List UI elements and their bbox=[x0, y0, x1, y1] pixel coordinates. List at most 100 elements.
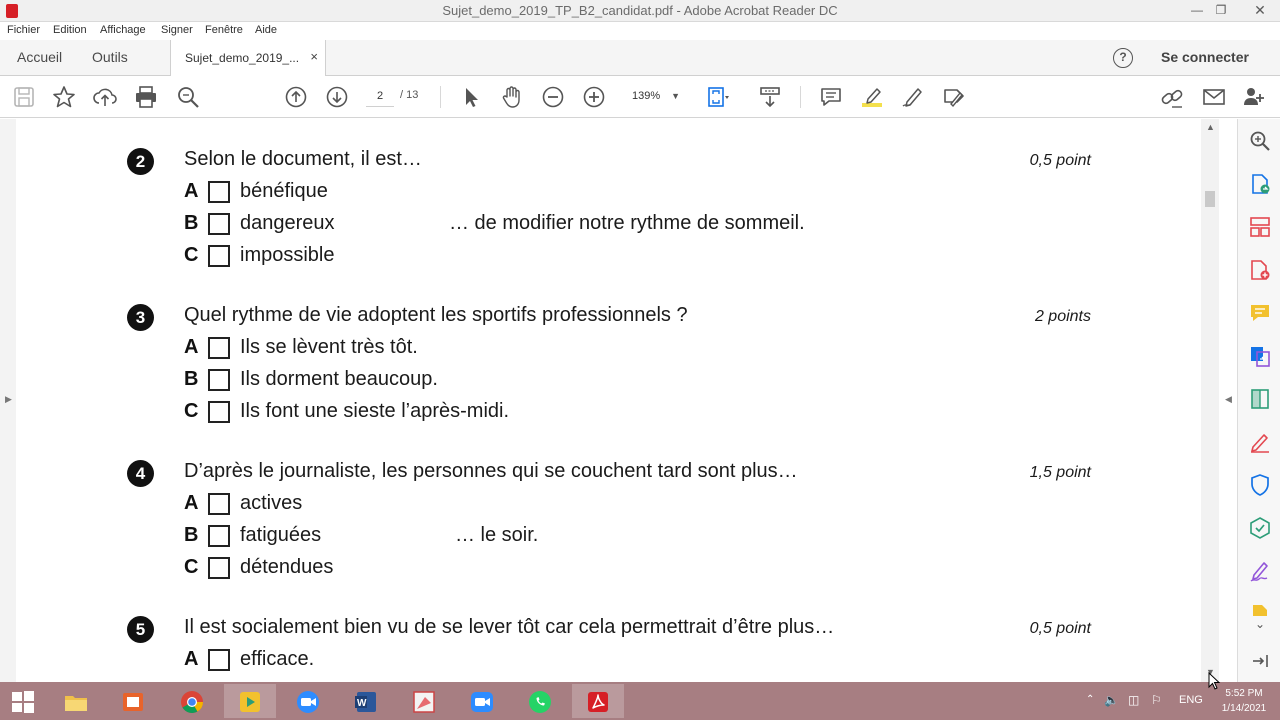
edit-pdf-icon[interactable] bbox=[1248, 430, 1272, 454]
select-arrow-icon[interactable] bbox=[458, 84, 484, 110]
save-icon[interactable] bbox=[11, 84, 37, 110]
menu-bar: Fichier Edition Affichage Signer Fenêtre… bbox=[0, 22, 1280, 40]
answer-checkbox[interactable] bbox=[208, 245, 230, 267]
fit-page-icon[interactable] bbox=[704, 84, 730, 110]
scrollbar-thumb[interactable] bbox=[1205, 191, 1215, 207]
volume-icon[interactable]: 🔈 bbox=[1104, 693, 1119, 707]
option-letter: C bbox=[184, 244, 199, 266]
protect-icon[interactable] bbox=[1248, 473, 1272, 497]
hand-icon[interactable] bbox=[499, 84, 525, 110]
scroll-mode-icon[interactable] bbox=[757, 84, 783, 110]
close-window-icon[interactable]: ✕ bbox=[1240, 0, 1280, 22]
option-letter: B bbox=[184, 524, 199, 546]
highlight-icon[interactable] bbox=[859, 84, 885, 110]
question-continuation: … de modifier notre rythme de sommeil. bbox=[449, 212, 805, 234]
acrobat-icon[interactable] bbox=[572, 684, 624, 718]
comment-panel-icon[interactable] bbox=[1248, 301, 1272, 325]
star-icon[interactable] bbox=[51, 84, 77, 110]
share-user-icon[interactable] bbox=[1241, 84, 1267, 110]
question-points: 0,5 point bbox=[1029, 152, 1091, 169]
title-bar: Sujet_demo_2019_TP_B2_candidat.pdf - Ado… bbox=[0, 0, 1280, 22]
answer-checkbox[interactable] bbox=[208, 181, 230, 203]
more-tools-icon[interactable] bbox=[1248, 602, 1272, 616]
sign-in-link[interactable]: Se connecter bbox=[1161, 49, 1249, 65]
search-icon[interactable] bbox=[175, 84, 201, 110]
main-toolbar: 2 / 13 139% ▼ bbox=[0, 76, 1280, 118]
media-player-icon[interactable] bbox=[224, 684, 276, 718]
collapse-right-panel-icon[interactable]: ◀ bbox=[1225, 394, 1232, 405]
export-pdf-icon[interactable] bbox=[1248, 172, 1272, 196]
office-app-icon[interactable] bbox=[107, 684, 159, 718]
collapse-panel-icon[interactable] bbox=[1248, 649, 1272, 673]
minimize-icon[interactable]: — bbox=[1184, 0, 1210, 22]
scroll-down-icon[interactable]: ⌄ bbox=[1248, 617, 1272, 635]
svg-text:W: W bbox=[357, 698, 367, 709]
file-explorer-icon[interactable] bbox=[50, 684, 102, 718]
combine-files-icon[interactable] bbox=[1248, 344, 1272, 368]
print-icon[interactable] bbox=[133, 84, 159, 110]
start-icon[interactable] bbox=[0, 684, 46, 718]
answer-checkbox[interactable] bbox=[208, 401, 230, 423]
network-icon[interactable]: ◫ bbox=[1128, 693, 1139, 707]
input-language[interactable]: ENG bbox=[1179, 694, 1203, 706]
tab-document[interactable]: Sujet_demo_2019_... × bbox=[170, 40, 326, 76]
comment-icon[interactable] bbox=[818, 84, 844, 110]
system-clock[interactable]: 5:52 PM 1/14/2021 bbox=[1214, 686, 1274, 716]
fill-sign-panel-icon[interactable] bbox=[1248, 559, 1272, 583]
answer-checkbox[interactable] bbox=[208, 369, 230, 391]
option-text: fatiguées bbox=[240, 524, 322, 546]
help-icon[interactable]: ? bbox=[1113, 48, 1133, 68]
menu-sign[interactable]: Signer bbox=[161, 24, 193, 36]
option-letter: B bbox=[184, 212, 199, 234]
zoom-level-select[interactable]: 139% ▼ bbox=[618, 86, 688, 107]
zoom-out-icon[interactable] bbox=[540, 84, 566, 110]
menu-edit[interactable]: Edition bbox=[53, 24, 87, 36]
mail-icon[interactable] bbox=[1201, 84, 1227, 110]
clock-date: 1/14/2021 bbox=[1221, 703, 1267, 714]
menu-view[interactable]: Affichage bbox=[100, 24, 146, 36]
cloud-upload-icon[interactable] bbox=[92, 84, 118, 110]
menu-help[interactable]: Aide bbox=[255, 24, 277, 36]
chrome-icon[interactable] bbox=[166, 684, 218, 718]
answer-checkbox[interactable] bbox=[208, 649, 230, 671]
zoom-meetings-icon[interactable] bbox=[456, 684, 508, 718]
zoom-search-icon[interactable] bbox=[1248, 129, 1272, 153]
answer-checkbox[interactable] bbox=[208, 213, 230, 235]
answer-checkbox[interactable] bbox=[208, 337, 230, 359]
menu-file[interactable]: Fichier bbox=[7, 24, 40, 36]
zoom-in-icon[interactable] bbox=[581, 84, 607, 110]
question-points: 2 points bbox=[1034, 308, 1091, 325]
page-up-icon[interactable] bbox=[283, 84, 309, 110]
tab-home[interactable]: Accueil bbox=[17, 49, 62, 65]
link-icon[interactable] bbox=[1159, 84, 1185, 110]
word-icon[interactable]: W bbox=[340, 684, 392, 718]
restore-icon[interactable]: ❐ bbox=[1208, 0, 1234, 22]
notification-icon[interactable]: ⚐ bbox=[1151, 693, 1162, 707]
vertical-scrollbar[interactable]: ▲ ▼ bbox=[1201, 119, 1219, 682]
current-page-input[interactable]: 2 bbox=[366, 86, 394, 107]
question-points: 1,5 point bbox=[1029, 464, 1091, 481]
toolbar-divider bbox=[800, 86, 801, 108]
answer-checkbox[interactable] bbox=[208, 557, 230, 579]
mouse-cursor-icon bbox=[1208, 671, 1222, 690]
page-down-icon[interactable] bbox=[324, 84, 350, 110]
draw-icon[interactable] bbox=[900, 84, 926, 110]
whatsapp-icon[interactable] bbox=[514, 684, 566, 718]
tray-overflow-icon[interactable]: ⌃ bbox=[1086, 694, 1094, 705]
organize-pages-icon[interactable] bbox=[1248, 215, 1272, 239]
tab-tools[interactable]: Outils bbox=[92, 49, 128, 65]
fill-sign-icon[interactable] bbox=[941, 84, 967, 110]
close-tab-icon[interactable]: × bbox=[310, 49, 318, 64]
answer-checkbox[interactable] bbox=[208, 525, 230, 547]
answer-checkbox[interactable] bbox=[208, 493, 230, 515]
send-for-review-icon[interactable] bbox=[1248, 516, 1272, 540]
menu-window[interactable]: Fenêtre bbox=[205, 24, 243, 36]
zoom-app-icon[interactable] bbox=[282, 684, 334, 718]
left-panel-toggle[interactable]: ▶ bbox=[0, 119, 16, 682]
compress-icon[interactable] bbox=[1248, 387, 1272, 411]
paint-icon[interactable] bbox=[398, 684, 450, 718]
windows-taskbar: W ⌃ 🔈 ◫ ⚐ ENG 5:52 PM 1/14/2021 bbox=[0, 682, 1280, 720]
create-pdf-icon[interactable] bbox=[1248, 258, 1272, 282]
question-continuation: … le soir. bbox=[455, 524, 539, 546]
scroll-up-arrow-icon[interactable]: ▲ bbox=[1206, 122, 1215, 132]
